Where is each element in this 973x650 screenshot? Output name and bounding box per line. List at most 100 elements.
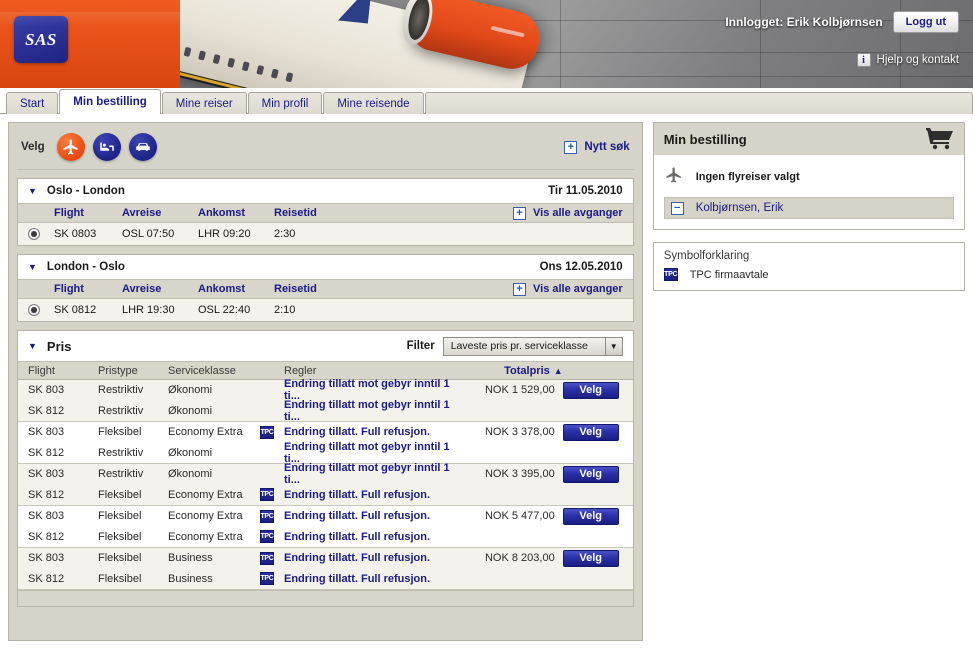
price-table-footer bbox=[18, 590, 633, 606]
price-row[interactable]: SK 803 Fleksibel Economy Extra TPC Endri… bbox=[18, 506, 633, 527]
price-total: NOK 8 203,00 bbox=[484, 552, 555, 565]
select-price-button[interactable]: Velg bbox=[562, 423, 619, 441]
price-row[interactable]: SK 812 Fleksibel Economy Extra TPC Endri… bbox=[18, 526, 633, 547]
price-row[interactable]: SK 803 Fleksibel Business TPC Endring ti… bbox=[18, 548, 633, 569]
tpc-badge-icon: TPC bbox=[260, 425, 274, 439]
price-rules[interactable]: Endring tillatt. Full refusjon. bbox=[284, 510, 463, 522]
legend-panel: Symbolforklaring TPC TPC firmaavtale bbox=[652, 242, 965, 291]
price-group: SK 803 Fleksibel Business TPC Endring ti… bbox=[18, 548, 633, 590]
my-booking-body: Ingen flyreiser valgt − Kolbjørnsen, Eri… bbox=[654, 155, 964, 229]
col-total-sortable[interactable]: Totalpris ▲ bbox=[463, 365, 563, 377]
price-rules[interactable]: Endring tillatt. Full refusjon. bbox=[284, 531, 463, 543]
price-rules[interactable]: Endring tillatt. Full refusjon. bbox=[284, 552, 463, 564]
price-type: Fleksibel bbox=[98, 572, 142, 585]
filter-select[interactable]: Laveste pris pr. serviceklasse ▼ bbox=[442, 336, 623, 356]
col-duration: Reisetid bbox=[274, 207, 317, 219]
flight-radio[interactable] bbox=[28, 304, 40, 316]
col-flight: Flight bbox=[28, 364, 55, 377]
price-type: Fleksibel bbox=[98, 510, 142, 523]
flight-departure: OSL 07:50 bbox=[122, 228, 175, 240]
price-row[interactable]: SK 812 Restriktiv Økonomi Endring tillat… bbox=[18, 399, 633, 423]
sas-logo[interactable]: SAS bbox=[14, 16, 68, 63]
legend-title: Symbolforklaring bbox=[663, 250, 750, 262]
price-column-headers: Flight Pristype Serviceklasse Regler Tot… bbox=[18, 361, 633, 380]
tpc-badge-icon: TPC bbox=[663, 268, 678, 281]
price-flight: SK 803 bbox=[28, 426, 65, 439]
price-rules[interactable]: Endring tillatt. Full refusjon. bbox=[284, 426, 463, 438]
tab-start[interactable]: Start bbox=[6, 92, 59, 114]
segment-column-headers: Flight Avreise Ankomst Reisetid + Vis al… bbox=[18, 279, 633, 299]
price-flight: SK 803 bbox=[28, 384, 65, 397]
login-status: Innlogget: Erik Kolbjørnsen Logg ut bbox=[725, 11, 959, 33]
plane-icon[interactable] bbox=[56, 133, 85, 161]
show-all-departures-button[interactable]: + Vis alle avganger bbox=[513, 206, 623, 220]
price-rules[interactable]: Endring tillatt. Full refusjon. bbox=[284, 489, 463, 501]
no-flights-label: Ingen flyreiser valgt bbox=[695, 170, 800, 183]
price-type: Restriktiv bbox=[98, 384, 144, 397]
price-flight: SK 812 bbox=[28, 446, 65, 459]
chevron-down-icon: ▼ bbox=[604, 337, 622, 355]
price-type: Restriktiv bbox=[98, 404, 144, 417]
price-row[interactable]: SK 812 Fleksibel Business TPC Endring ti… bbox=[18, 568, 633, 589]
flight-row[interactable]: SK 0803 OSL 07:50 LHR 09:20 2:30 bbox=[18, 223, 633, 245]
select-price-button[interactable]: Velg bbox=[562, 465, 619, 483]
new-search-button[interactable]: + Nytt søk bbox=[564, 140, 630, 154]
price-serviceclass: Økonomi bbox=[168, 446, 213, 459]
price-type: Fleksibel bbox=[98, 530, 142, 543]
price-row[interactable]: SK 803 Restriktiv Økonomi Endring tillat… bbox=[18, 462, 633, 486]
filter-label: Filter bbox=[406, 340, 435, 352]
segment-date: Tir 11.05.2010 bbox=[548, 185, 623, 197]
plane-icon bbox=[664, 166, 684, 187]
col-flight: Flight bbox=[54, 207, 84, 219]
price-flight: SK 803 bbox=[28, 468, 65, 481]
col-departure: Avreise bbox=[122, 207, 162, 219]
segment-header: ▼ Oslo - London Tir 11.05.2010 bbox=[18, 179, 633, 203]
flight-radio[interactable] bbox=[28, 228, 40, 240]
col-duration: Reisetid bbox=[274, 283, 317, 295]
tab-min-profil[interactable]: Min profil bbox=[247, 92, 323, 114]
segment-title: London - Oslo bbox=[46, 261, 125, 273]
price-group: SK 803 Fleksibel Economy Extra TPC Endri… bbox=[18, 506, 633, 548]
flight-duration: 2:10 bbox=[274, 304, 296, 316]
price-group: SK 803 Restriktiv Økonomi Endring tillat… bbox=[18, 462, 633, 506]
price-rules[interactable]: Endring tillatt mot gebyr inntil 1 ti... bbox=[284, 399, 463, 423]
price-type: Restriktiv bbox=[98, 446, 144, 459]
select-price-button[interactable]: Velg bbox=[562, 549, 619, 567]
help-link[interactable]: i Hjelp og kontakt bbox=[856, 53, 959, 67]
car-icon[interactable] bbox=[128, 133, 157, 161]
select-price-button[interactable]: Velg bbox=[562, 381, 619, 399]
price-flight: SK 812 bbox=[28, 404, 65, 417]
minus-icon[interactable]: − bbox=[670, 201, 684, 215]
passenger-row[interactable]: − Kolbjørnsen, Erik bbox=[663, 197, 954, 219]
header-banner: SAS Innlogget: Erik Kolbjørnsen Logg ut … bbox=[0, 0, 973, 88]
hotel-icon[interactable] bbox=[92, 133, 121, 161]
show-all-departures-button[interactable]: + Vis alle avganger bbox=[513, 282, 623, 296]
price-serviceclass: Økonomi bbox=[168, 404, 213, 417]
price-row[interactable]: SK 812 Fleksibel Economy Extra TPC Endri… bbox=[18, 484, 633, 505]
col-flight: Flight bbox=[54, 283, 84, 295]
collapse-triangle-icon[interactable]: ▼ bbox=[28, 186, 37, 196]
segment-header: ▼ London - Oslo Ons 12.05.2010 bbox=[18, 255, 633, 279]
price-flight: SK 803 bbox=[28, 510, 65, 523]
price-rules[interactable]: Endring tillatt. Full refusjon. bbox=[284, 573, 463, 585]
price-row[interactable]: SK 812 Restriktiv Økonomi Endring tillat… bbox=[18, 441, 633, 465]
legend-item-label: TPC firmaavtale bbox=[689, 268, 769, 281]
price-row[interactable]: SK 803 Restriktiv Økonomi Endring tillat… bbox=[18, 378, 633, 402]
price-flight: SK 812 bbox=[28, 530, 65, 543]
price-rules[interactable]: Endring tillatt mot gebyr inntil 1 ti... bbox=[284, 462, 463, 486]
logout-button[interactable]: Logg ut bbox=[892, 11, 959, 33]
collapse-triangle-icon[interactable]: ▼ bbox=[28, 262, 37, 272]
price-flight: SK 803 bbox=[28, 552, 65, 565]
page-body: Velg + Nytt søk ▼ Oslo - London Tir 11.0… bbox=[0, 114, 973, 650]
tab-mine-reiser[interactable]: Mine reiser bbox=[161, 92, 247, 114]
collapse-triangle-icon[interactable]: ▼ bbox=[28, 341, 37, 351]
select-price-button[interactable]: Velg bbox=[562, 507, 619, 525]
col-serviceclass: Serviceklasse bbox=[168, 364, 236, 377]
flight-row[interactable]: SK 0812 LHR 19:30 OSL 22:40 2:10 bbox=[18, 299, 633, 321]
price-rules[interactable]: Endring tillatt mot gebyr inntil 1 ti... bbox=[284, 441, 463, 465]
tab-mine-reisende[interactable]: Mine reisende bbox=[323, 92, 424, 114]
shopping-cart-icon[interactable] bbox=[924, 126, 954, 153]
price-row[interactable]: SK 803 Fleksibel Economy Extra TPC Endri… bbox=[18, 422, 633, 443]
flight-duration: 2:30 bbox=[274, 228, 296, 240]
tab-min-bestilling[interactable]: Min bestilling bbox=[59, 89, 161, 114]
